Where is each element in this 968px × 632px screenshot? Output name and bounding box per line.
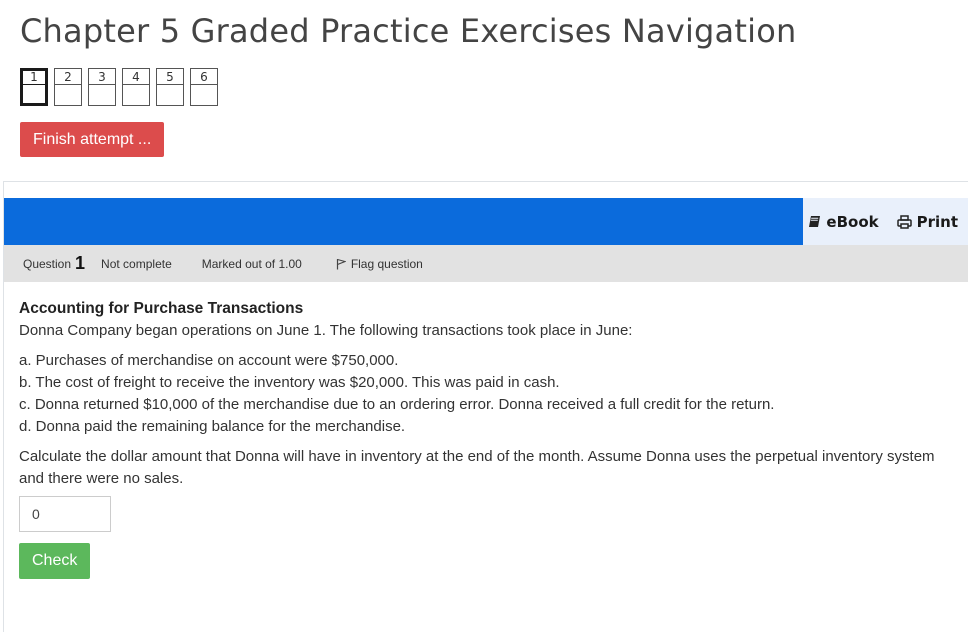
toolbar: eBook Print <box>803 198 968 245</box>
finish-attempt-button[interactable]: Finish attempt ... <box>20 122 165 157</box>
question-nav-button-3[interactable]: 3 <box>88 68 116 106</box>
question-intro: Donna Company began operations on June 1… <box>19 322 633 339</box>
check-button[interactable]: Check <box>19 543 91 579</box>
transaction-item: b. The cost of freight to receive the in… <box>19 374 560 391</box>
question-nav-number: 3 <box>98 70 106 84</box>
question-nav-number: 5 <box>166 70 174 84</box>
question-grade: Marked out of 1.00 <box>201 256 302 271</box>
header-bar <box>4 198 803 245</box>
question-info-bar: Question 1 Not complete Marked out of 1.… <box>4 245 968 282</box>
flag-question-label: Flag question <box>350 256 423 271</box>
question-nav-button-1[interactable]: 1 <box>20 68 48 106</box>
question-state: Not complete <box>101 256 172 271</box>
ebook-label: eBook <box>826 212 879 231</box>
quiz-navigation-block: Chapter 5 Graded Practice Exercises Navi… <box>3 0 968 182</box>
question-number: 1 <box>75 253 86 273</box>
print-label: Print <box>916 212 958 231</box>
question-nav-button-5[interactable]: 5 <box>156 68 184 106</box>
question-nav-number: 6 <box>200 70 208 84</box>
transaction-item: d. Donna paid the remaining balance for … <box>19 418 406 435</box>
question-prompt: Calculate the dollar amount that Donna w… <box>19 448 935 487</box>
ebook-link[interactable]: eBook <box>808 212 879 231</box>
printer-icon <box>896 214 912 229</box>
question-label: Question <box>23 256 72 271</box>
question-nav-button-2[interactable]: 2 <box>54 68 82 106</box>
transaction-item: c. Donna returned $10,000 of the merchan… <box>19 396 775 413</box>
question-content: Accounting for Purchase Transactions Don… <box>19 298 949 490</box>
question-heading: Accounting for Purchase Transactions <box>19 300 304 317</box>
transaction-list: a. Purchases of merchandise on account w… <box>19 350 949 438</box>
transaction-item: a. Purchases of merchandise on account w… <box>19 352 399 369</box>
flag-icon <box>336 258 346 269</box>
navigation-title: Chapter 5 Graded Practice Exercises Navi… <box>20 12 797 50</box>
question-nav-button-4[interactable]: 4 <box>122 68 150 106</box>
flag-question-toggle[interactable]: Flag question <box>336 257 423 271</box>
question-nav-number: 4 <box>132 70 140 84</box>
question-nav-buttons: 1 2 3 4 5 6 <box>20 68 218 106</box>
answer-input[interactable] <box>19 496 111 532</box>
question-nav-button-6[interactable]: 6 <box>190 68 218 106</box>
print-link[interactable]: Print <box>896 212 958 231</box>
question-nav-number: 1 <box>30 70 38 84</box>
question-nav-number: 2 <box>64 70 72 84</box>
book-icon <box>809 216 821 227</box>
